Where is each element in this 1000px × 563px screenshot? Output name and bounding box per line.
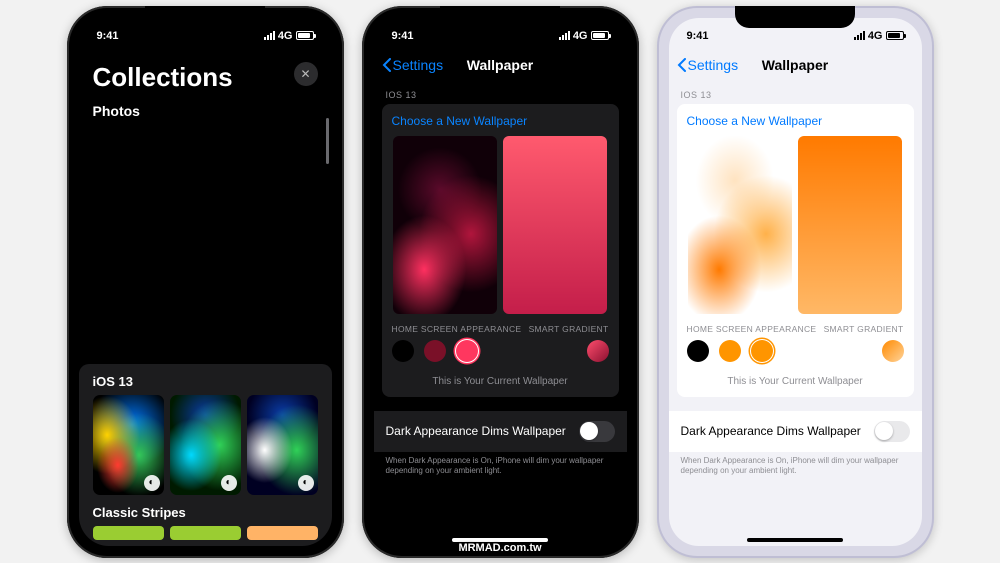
appearance-badge-icon: ◐ <box>298 475 314 491</box>
back-label: Settings <box>688 57 739 73</box>
nav-title: Wallpaper <box>762 57 828 73</box>
appearance-badge-icon: ◐ <box>144 475 160 491</box>
color-swatch-dark-red[interactable] <box>424 340 446 362</box>
network-label: 4G <box>573 30 588 42</box>
scrollbar[interactable] <box>326 118 329 164</box>
back-label: Settings <box>393 57 444 73</box>
color-swatch-orange-selected[interactable] <box>751 340 773 362</box>
screen: 9:41 4G Collections ✕ Photos iOS 13 ◐ ◐ <box>79 18 332 546</box>
current-wallpaper-label: This is Your Current Wallpaper <box>687 376 904 387</box>
nav-title: Wallpaper <box>467 57 533 73</box>
wallpaper-thumb[interactable] <box>247 526 318 540</box>
preview-row <box>687 136 904 314</box>
wallpaper-thumb[interactable]: ◐ <box>247 395 318 495</box>
dark-dims-toggle[interactable] <box>874 421 910 442</box>
wallpaper-thumb-row: ◐ ◐ ◐ <box>87 395 324 495</box>
status-time: 9:41 <box>687 30 709 42</box>
color-swatch-black[interactable] <box>687 340 709 362</box>
watermark: MRMAD.com.tw <box>458 542 541 554</box>
label-home-appearance: HOME SCREEN APPEARANCE <box>392 324 522 334</box>
wallpaper-panel: Choose a New Wallpaper HOME SCREEN APPEA… <box>382 104 619 397</box>
section-header: iOS 13 <box>669 82 922 104</box>
choose-wallpaper-link[interactable]: Choose a New Wallpaper <box>392 114 609 128</box>
screen: 9:41 4G Settings Wallpaper iOS 13 Choose… <box>669 18 922 546</box>
toggle-label: Dark Appearance Dims Wallpaper <box>681 424 861 438</box>
close-button[interactable]: ✕ <box>294 62 318 86</box>
color-swatch-orange[interactable] <box>719 340 741 362</box>
chevron-left-icon <box>382 58 391 72</box>
swatch-row <box>392 340 609 362</box>
chevron-left-icon <box>677 58 686 72</box>
swatch-row <box>687 340 904 362</box>
lock-screen-preview[interactable] <box>393 136 497 314</box>
home-screen-preview[interactable] <box>503 136 607 314</box>
notch <box>735 6 855 28</box>
gradient-swatch[interactable] <box>882 340 904 362</box>
signal-icon <box>559 31 570 40</box>
close-icon: ✕ <box>300 67 310 81</box>
appearance-badge-icon: ◐ <box>221 475 237 491</box>
back-button[interactable]: Settings <box>382 57 444 73</box>
nav-bar: Settings Wallpaper <box>669 48 922 82</box>
color-swatch-black[interactable] <box>392 340 414 362</box>
section-header: iOS 13 <box>374 82 627 104</box>
network-label: 4G <box>868 30 883 42</box>
notch <box>440 6 560 28</box>
status-right: 4G <box>559 30 609 42</box>
home-indicator[interactable] <box>747 538 843 542</box>
wallpaper-thumb[interactable] <box>93 526 164 540</box>
battery-icon <box>296 31 314 40</box>
phone-mockup-collections: 9:41 4G Collections ✕ Photos iOS 13 ◐ ◐ <box>67 6 344 558</box>
status-time: 9:41 <box>97 30 119 42</box>
wallpaper-thumb[interactable]: ◐ <box>93 395 164 495</box>
photos-row[interactable]: Photos <box>79 97 332 125</box>
lock-screen-preview[interactable] <box>688 136 792 314</box>
signal-icon <box>854 31 865 40</box>
home-screen-preview[interactable] <box>798 136 902 314</box>
dark-dims-toggle[interactable] <box>579 421 615 442</box>
phone-mockup-wallpaper-light: 9:41 4G Settings Wallpaper iOS 13 Choose… <box>657 6 934 558</box>
bottom-sheet: iOS 13 ◐ ◐ ◐ Classic Stripes <box>79 364 332 546</box>
gradient-swatch[interactable] <box>587 340 609 362</box>
status-right: 4G <box>854 30 904 42</box>
network-label: 4G <box>278 30 293 42</box>
current-wallpaper-label: This is Your Current Wallpaper <box>392 376 609 387</box>
dark-dims-row[interactable]: Dark Appearance Dims Wallpaper <box>374 411 627 452</box>
phone-mockup-wallpaper-dark: 9:41 4G Settings Wallpaper iOS 13 Choose… <box>362 6 639 558</box>
section-label-stripes: Classic Stripes <box>87 495 324 526</box>
status-right: 4G <box>264 30 314 42</box>
screen: 9:41 4G Settings Wallpaper iOS 13 Choose… <box>374 18 627 546</box>
toggle-label: Dark Appearance Dims Wallpaper <box>386 424 566 438</box>
wallpaper-thumb[interactable] <box>170 526 241 540</box>
label-smart-gradient: SMART GRADIENT <box>824 324 904 334</box>
content: Collections ✕ Photos iOS 13 ◐ ◐ ◐ Classi… <box>79 48 332 546</box>
page-title: Collections <box>93 62 233 93</box>
footer-note: When Dark Appearance is On, iPhone will … <box>669 452 922 480</box>
wallpaper-panel: Choose a New Wallpaper HOME SCREEN APPEA… <box>677 104 914 397</box>
battery-icon <box>886 31 904 40</box>
battery-icon <box>591 31 609 40</box>
footer-note: When Dark Appearance is On, iPhone will … <box>374 452 627 480</box>
back-button[interactable]: Settings <box>677 57 739 73</box>
choose-wallpaper-link[interactable]: Choose a New Wallpaper <box>687 114 904 128</box>
content: Settings Wallpaper iOS 13 Choose a New W… <box>669 48 922 546</box>
label-smart-gradient: SMART GRADIENT <box>529 324 609 334</box>
stripe-row <box>87 526 324 540</box>
preview-row <box>392 136 609 314</box>
nav-bar: Settings Wallpaper <box>374 48 627 82</box>
dark-dims-row[interactable]: Dark Appearance Dims Wallpaper <box>669 411 922 452</box>
content: Settings Wallpaper iOS 13 Choose a New W… <box>374 48 627 546</box>
signal-icon <box>264 31 275 40</box>
color-swatch-red-selected[interactable] <box>456 340 478 362</box>
wallpaper-thumb[interactable]: ◐ <box>170 395 241 495</box>
label-home-appearance: HOME SCREEN APPEARANCE <box>687 324 817 334</box>
section-label-ios13: iOS 13 <box>87 364 324 395</box>
status-time: 9:41 <box>392 30 414 42</box>
notch <box>145 6 265 28</box>
